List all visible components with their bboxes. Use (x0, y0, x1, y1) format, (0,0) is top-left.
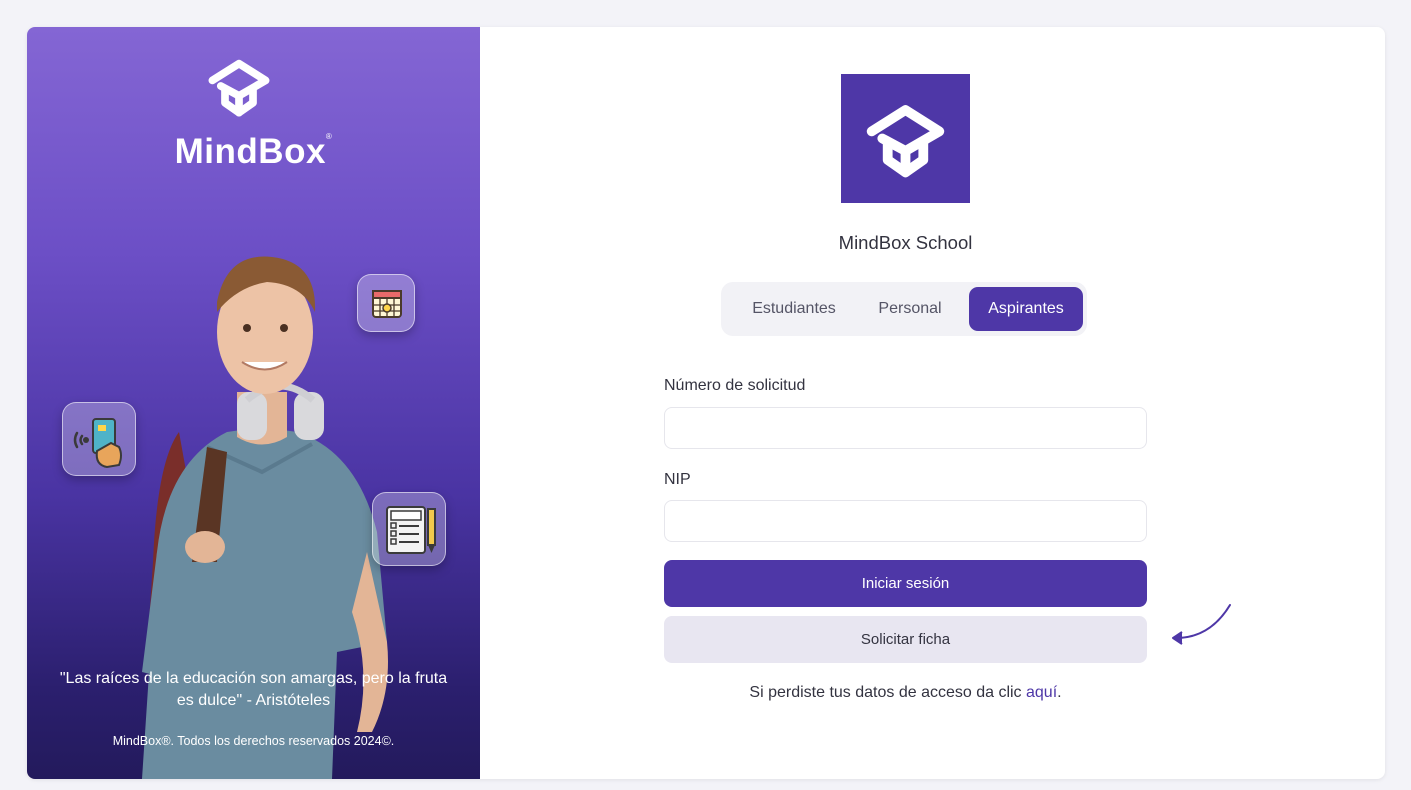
brand-name: MindBox® (27, 132, 480, 172)
promo-panel: MindBox® "Las raíces de la educación son… (27, 27, 480, 779)
tab-estudiantes[interactable]: Estudiantes (729, 287, 859, 331)
tab-aspirantes[interactable]: Aspirantes (969, 287, 1083, 331)
nip-label: NIP (664, 471, 691, 488)
recover-access-link[interactable]: aquí (1026, 684, 1057, 701)
trademark-symbol: ® (325, 132, 333, 141)
login-button[interactable]: Iniciar sesión (664, 560, 1147, 607)
motivational-quote: "Las raíces de la educación son amargas,… (59, 670, 448, 709)
login-card: MindBox® "Las raíces de la educación son… (27, 27, 1385, 779)
school-logo (841, 74, 970, 203)
contactless-card-icon (62, 402, 136, 476)
brand-name-text: MindBox (174, 132, 326, 171)
user-type-tabs: Estudiantes Personal Aspirantes (721, 282, 1087, 336)
mindbox-logo-icon (208, 59, 270, 117)
pointer-arrow-icon (1172, 604, 1231, 645)
recover-access-prefix: Si perdiste tus datos de acceso da clic (749, 684, 1026, 701)
recover-access-text: Si perdiste tus datos de acceso da clic … (664, 684, 1147, 702)
request-number-label: Número de solicitud (664, 377, 806, 394)
copyright-text: MindBox®. Todos los derechos reservados … (112, 734, 395, 748)
exam-icon (372, 492, 446, 566)
tab-personal[interactable]: Personal (861, 287, 959, 331)
request-number-input[interactable] (664, 407, 1147, 449)
nip-input[interactable] (664, 500, 1147, 542)
mindbox-logo-icon (866, 105, 945, 178)
recover-access-suffix: . (1057, 684, 1062, 701)
request-ficha-button[interactable]: Solicitar ficha (664, 616, 1147, 663)
school-name: MindBox School (838, 232, 973, 253)
calendar-icon (357, 274, 415, 332)
